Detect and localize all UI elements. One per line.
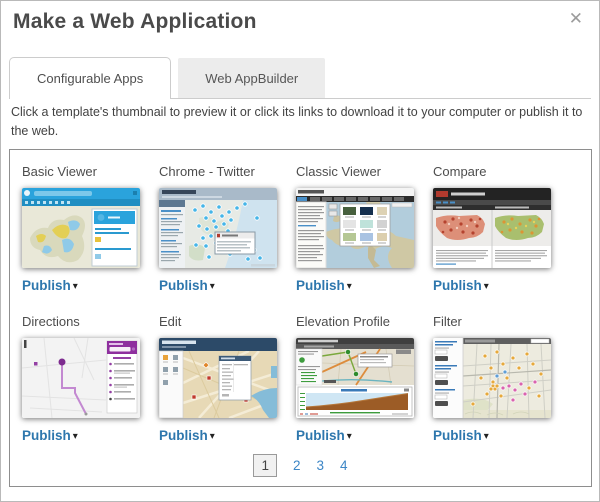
pagination: 1 2 3 4 xyxy=(10,454,591,477)
template-card-elevation-profile: Elevation Profile xyxy=(296,312,433,462)
publish-row: Publish ▾ xyxy=(296,428,433,443)
thumbnail-chrome-twitter[interactable] xyxy=(159,188,277,268)
template-name: Directions xyxy=(22,314,159,329)
template-name: Filter xyxy=(433,314,570,329)
template-name: Chrome - Twitter xyxy=(159,164,296,179)
page-button-3[interactable]: 3 xyxy=(317,458,325,473)
publish-link[interactable]: Publish xyxy=(159,428,208,443)
template-name: Edit xyxy=(159,314,296,329)
publish-dropdown-arrow-icon[interactable]: ▾ xyxy=(210,431,215,442)
publish-link[interactable]: Publish xyxy=(433,278,482,293)
publish-row: Publish ▾ xyxy=(159,278,296,293)
publish-link[interactable]: Publish xyxy=(296,278,345,293)
publish-dropdown-arrow-icon[interactable]: ▾ xyxy=(484,281,489,292)
template-grid: Basic Viewer xyxy=(22,162,591,462)
template-name: Compare xyxy=(433,164,570,179)
page-button-2[interactable]: 2 xyxy=(293,458,301,473)
templates-panel: Basic Viewer xyxy=(9,149,592,487)
thumbnail-elevation-profile[interactable] xyxy=(296,338,414,418)
publish-row: Publish ▾ xyxy=(159,428,296,443)
thumbnail-filter[interactable] xyxy=(433,338,551,418)
thumbnail-edit[interactable] xyxy=(159,338,277,418)
thumbnail-classic-viewer[interactable] xyxy=(296,188,414,268)
publish-row: Publish ▾ xyxy=(296,278,433,293)
make-web-application-dialog: Make a Web Application ✕ Configurable Ap… xyxy=(0,0,600,502)
publish-dropdown-arrow-icon[interactable]: ▾ xyxy=(73,281,78,292)
thumbnail-basic-viewer[interactable] xyxy=(22,188,140,268)
page-button-4[interactable]: 4 xyxy=(340,458,348,473)
publish-dropdown-arrow-icon[interactable]: ▾ xyxy=(73,431,78,442)
template-card-compare: Compare xyxy=(433,162,570,312)
template-card-directions: Directions xyxy=(22,312,159,462)
thumbnail-compare[interactable] xyxy=(433,188,551,268)
instruction-text: Click a template's thumbnail to preview … xyxy=(11,103,591,141)
publish-link[interactable]: Publish xyxy=(22,428,71,443)
publish-row: Publish ▾ xyxy=(22,428,159,443)
publish-row: Publish ▾ xyxy=(22,278,159,293)
tab-bar: Configurable Apps Web AppBuilder xyxy=(9,56,591,99)
template-name: Classic Viewer xyxy=(296,164,433,179)
publish-row: Publish ▾ xyxy=(433,428,570,443)
template-name: Elevation Profile xyxy=(296,314,433,329)
publish-dropdown-arrow-icon[interactable]: ▾ xyxy=(210,281,215,292)
close-icon[interactable]: ✕ xyxy=(569,10,583,27)
page-button-1[interactable]: 1 xyxy=(253,454,277,477)
template-card-filter: Filter xyxy=(433,312,570,462)
template-card-basic-viewer: Basic Viewer xyxy=(22,162,159,312)
publish-link[interactable]: Publish xyxy=(296,428,345,443)
template-card-classic-viewer: Classic Viewer xyxy=(296,162,433,312)
publish-dropdown-arrow-icon[interactable]: ▾ xyxy=(347,431,352,442)
tab-web-appbuilder[interactable]: Web AppBuilder xyxy=(178,58,325,98)
publish-dropdown-arrow-icon[interactable]: ▾ xyxy=(484,431,489,442)
publish-link[interactable]: Publish xyxy=(22,278,71,293)
dialog-title: Make a Web Application xyxy=(13,10,257,34)
publish-row: Publish ▾ xyxy=(433,278,570,293)
template-name: Basic Viewer xyxy=(22,164,159,179)
tab-configurable-apps[interactable]: Configurable Apps xyxy=(9,57,171,99)
publish-link[interactable]: Publish xyxy=(159,278,208,293)
publish-link[interactable]: Publish xyxy=(433,428,482,443)
thumbnail-directions[interactable] xyxy=(22,338,140,418)
publish-dropdown-arrow-icon[interactable]: ▾ xyxy=(347,281,352,292)
template-card-chrome-twitter: Chrome - Twitter xyxy=(159,162,296,312)
template-card-edit: Edit xyxy=(159,312,296,462)
